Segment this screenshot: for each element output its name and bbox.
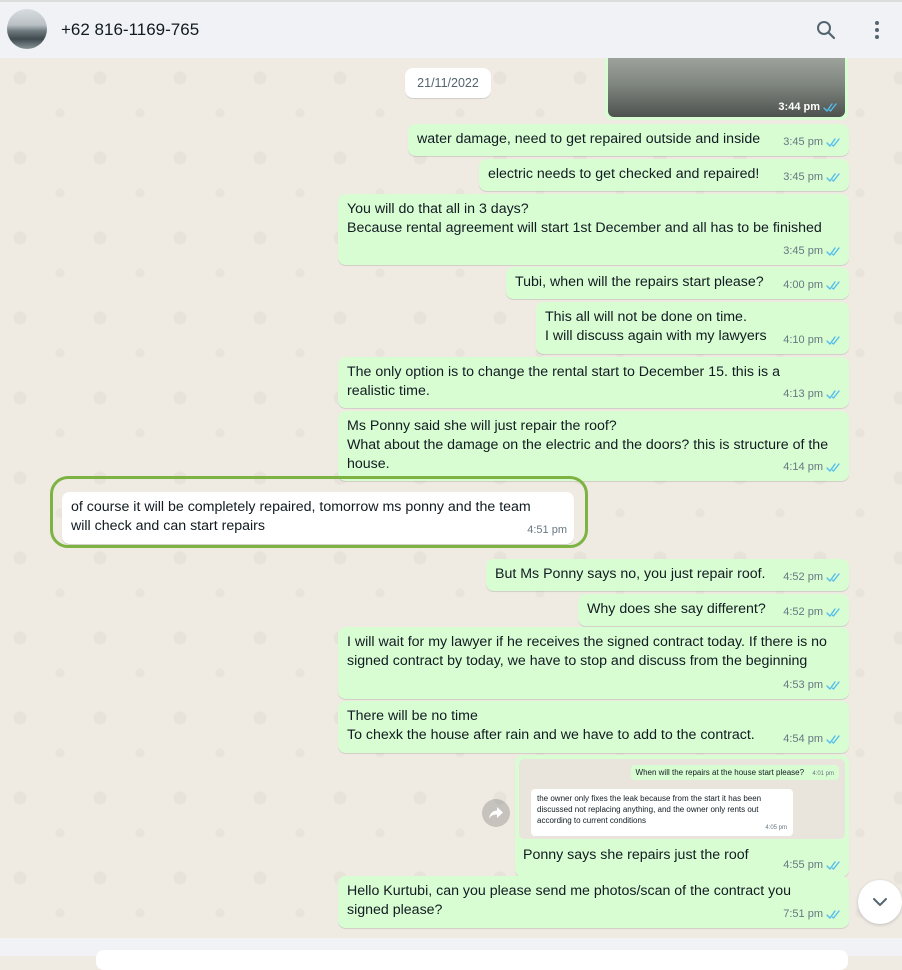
- forward-icon: [489, 807, 503, 819]
- outgoing-message[interactable]: Tubi, when will the repairs start please…: [506, 267, 849, 299]
- chevron-down-icon: [873, 898, 887, 906]
- read-ticks-icon: [826, 280, 842, 291]
- read-ticks-icon: [826, 572, 842, 583]
- screenshot-incoming-text: the owner only fixes the leak because fr…: [537, 794, 762, 825]
- read-ticks-icon: [826, 172, 842, 183]
- message-meta: 4:53 pm: [783, 676, 842, 695]
- photo-thumbnail[interactable]: 3:44 pm: [608, 58, 845, 117]
- message-time: 7:51 pm: [783, 908, 823, 920]
- attached-screenshot[interactable]: When will the repairs at the house start…: [519, 759, 845, 839]
- message-meta: 4:10 pm: [783, 331, 842, 350]
- menu-button[interactable]: [863, 16, 891, 44]
- outgoing-message[interactable]: Why does she say different? 4:52 pm: [578, 594, 849, 626]
- message-text: The only option is to change the rental …: [347, 364, 780, 399]
- message-meta: 3:45 pm: [783, 168, 842, 187]
- message-time: 4:52 pm: [783, 606, 823, 618]
- read-ticks-icon: [826, 607, 842, 618]
- read-ticks-icon: [826, 680, 842, 691]
- contact-name[interactable]: +62 816-1169-765: [61, 20, 199, 40]
- message-time: 3:45 pm: [783, 136, 823, 148]
- outgoing-message[interactable]: Hello Kurtubi, can you please send me ph…: [338, 876, 849, 928]
- outgoing-image-message[interactable]: When will the repairs at the house start…: [515, 755, 849, 877]
- message-text: of course it will be completely repaired…: [71, 499, 531, 534]
- message-text: Hello Kurtubi, can you please send me ph…: [347, 883, 792, 918]
- read-ticks-icon: [826, 734, 842, 745]
- message-meta: 4:51 pm: [527, 521, 567, 540]
- image-message[interactable]: 3:44 pm: [605, 58, 848, 120]
- avatar[interactable]: [7, 9, 47, 49]
- message-text: You will do that all in 3 days? Because …: [347, 201, 822, 236]
- composer-bar: [0, 938, 902, 970]
- outgoing-message[interactable]: I will wait for my lawyer if he receives…: [338, 627, 849, 699]
- read-ticks-icon: [826, 246, 842, 257]
- read-ticks-icon: [826, 389, 842, 400]
- message-time: 4:54 pm: [783, 733, 823, 745]
- menu-icon: [875, 21, 879, 39]
- screenshot-incoming-bubble: the owner only fixes the leak because fr…: [531, 789, 793, 836]
- read-ticks-icon: [826, 462, 842, 473]
- message-input[interactable]: [96, 950, 848, 970]
- message-meta: 4:55 pm: [783, 859, 842, 871]
- screenshot-outgoing-bubble: When will the repairs at the house start…: [630, 765, 839, 780]
- image-caption: Ponny says she repairs just the roof: [523, 847, 749, 863]
- outgoing-message[interactable]: But Ms Ponny says no, you just repair ro…: [486, 559, 849, 591]
- date-divider: 21/11/2022: [405, 68, 491, 98]
- read-ticks-icon: [826, 860, 842, 871]
- message-text: There will be no time To chexk the house…: [347, 708, 755, 743]
- message-time: 4:13 pm: [783, 388, 823, 400]
- message-list[interactable]: 3:44 pm 21/11/2022 water damage, need to…: [0, 58, 902, 938]
- forward-button[interactable]: [482, 799, 510, 827]
- outgoing-message[interactable]: There will be no time To chexk the house…: [338, 701, 849, 753]
- read-ticks-icon: [826, 909, 842, 920]
- message-time: 3:44 pm: [778, 101, 820, 113]
- message-time: 4:52 pm: [783, 571, 823, 583]
- search-button[interactable]: [812, 16, 840, 44]
- message-meta: 7:51 pm: [783, 905, 842, 924]
- screenshot-outgoing-text: When will the repairs at the house start…: [635, 768, 805, 777]
- outgoing-message[interactable]: water damage, need to get repaired outsi…: [408, 124, 849, 156]
- read-ticks-icon: [823, 102, 839, 113]
- message-time: 4:14 pm: [783, 461, 823, 473]
- message-time: 4:10 pm: [783, 334, 823, 346]
- outgoing-message[interactable]: This all will not be done on time. I wil…: [536, 302, 849, 354]
- message-meta: 4:00 pm: [783, 276, 842, 295]
- message-time: 4:53 pm: [783, 679, 823, 691]
- message-meta: 4:14 pm: [783, 458, 842, 477]
- message-time: 4:51 pm: [527, 524, 567, 536]
- scroll-to-bottom-button[interactable]: [858, 880, 902, 924]
- message-time: 4:00 pm: [783, 279, 823, 291]
- screenshot-incoming-time: 4:05 pm: [765, 825, 787, 831]
- screenshot-outgoing-time: 4:01 pm: [812, 771, 834, 777]
- search-icon: [817, 21, 836, 40]
- message-time: 4:55 pm: [783, 859, 823, 871]
- message-time: 3:45 pm: [783, 245, 823, 257]
- read-ticks-icon: [826, 335, 842, 346]
- outgoing-message[interactable]: You will do that all in 3 days? Because …: [338, 194, 849, 265]
- read-ticks-icon: [826, 137, 842, 148]
- message-text: Ms Ponny said she will just repair the r…: [347, 418, 829, 472]
- message-text: I will wait for my lawyer if he receives…: [347, 634, 827, 669]
- message-meta: 3:44 pm: [778, 101, 839, 113]
- message-meta: 3:45 pm: [783, 242, 842, 261]
- message-meta: 4:52 pm: [783, 568, 842, 587]
- chat-header: +62 816-1169-765: [0, 0, 902, 58]
- message-meta: 4:13 pm: [783, 385, 842, 404]
- message-meta: 4:54 pm: [783, 730, 842, 749]
- message-meta: 3:45 pm: [783, 133, 842, 152]
- outgoing-message[interactable]: Ms Ponny said she will just repair the r…: [338, 411, 849, 481]
- outgoing-message[interactable]: The only option is to change the rental …: [338, 357, 849, 408]
- outgoing-message[interactable]: electric needs to get checked and repair…: [479, 159, 849, 191]
- message-meta: 4:52 pm: [783, 603, 842, 622]
- incoming-message[interactable]: of course it will be completely repaired…: [62, 492, 574, 544]
- message-text: water damage, need to get repaired outsi…: [417, 131, 761, 147]
- message-time: 3:45 pm: [783, 171, 823, 183]
